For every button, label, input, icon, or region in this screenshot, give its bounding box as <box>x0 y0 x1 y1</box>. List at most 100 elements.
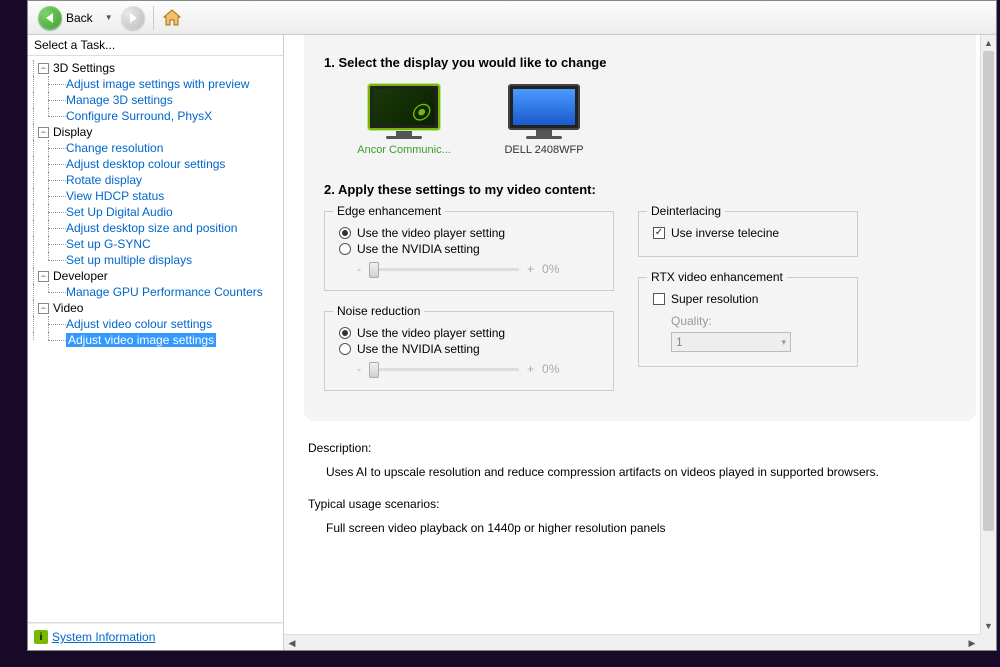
tree-category[interactable]: −Video <box>28 300 283 316</box>
tree-item[interactable]: Configure Surround, PhysX <box>28 108 283 124</box>
step1-title: 1. Select the display you would like to … <box>324 55 956 70</box>
edge-radio-player[interactable]: Use the video player setting <box>339 226 599 240</box>
tree-item-label: Rotate display <box>66 173 142 187</box>
tree-item-label: Set up G-SYNC <box>66 237 151 251</box>
control-panel-window: Back ▼ Select a Task... −3D SettingsAdju… <box>27 0 997 651</box>
system-information-link[interactable]: System Information <box>52 630 155 644</box>
sidebar-header: Select a Task... <box>28 35 283 55</box>
home-button[interactable] <box>162 8 182 28</box>
tree-item-label: Adjust desktop size and position <box>66 221 237 235</box>
inverse-telecine-checkbox[interactable]: Use inverse telecine <box>653 226 843 240</box>
tree-item-label: View HDCP status <box>66 189 164 203</box>
tree-collapse-icon[interactable]: − <box>38 63 49 74</box>
quality-label: Quality: <box>671 314 843 328</box>
tree-item[interactable]: Manage 3D settings <box>28 92 283 108</box>
display-option[interactable]: DELL 2408WFP <box>494 84 594 156</box>
scenarios-block: Typical usage scenarios: Full screen vid… <box>308 497 972 535</box>
display-option[interactable]: ⦿Ancor Communic... <box>354 84 454 156</box>
sidebar: Select a Task... −3D SettingsAdjust imag… <box>28 35 284 650</box>
slider-track[interactable] <box>369 268 519 271</box>
display-selector: ⦿Ancor Communic... DELL 2408WFP <box>354 84 956 156</box>
tree-item[interactable]: Rotate display <box>28 172 283 188</box>
tree-category-label: Display <box>53 125 92 139</box>
tree-item-label: Manage 3D settings <box>66 93 173 107</box>
tree-item-label: Adjust video colour settings <box>66 317 212 331</box>
checkbox-icon <box>653 227 665 239</box>
tree-category[interactable]: −Display <box>28 124 283 140</box>
info-icon: i <box>34 630 48 644</box>
tree-category[interactable]: −3D Settings <box>28 60 283 76</box>
tree-item[interactable]: Set up G-SYNC <box>28 236 283 252</box>
tree-category-label: Video <box>53 301 83 315</box>
slider-track[interactable] <box>369 368 519 371</box>
edge-slider: - + 0% <box>357 262 599 276</box>
scenarios-text: Full screen video playback on 1440p or h… <box>326 521 972 535</box>
settings-section: 1. Select the display you would like to … <box>304 35 976 421</box>
rtx-legend: RTX video enhancement <box>647 270 787 284</box>
step2-title: 2. Apply these settings to my video cont… <box>324 182 956 197</box>
super-resolution-checkbox[interactable]: Super resolution <box>653 292 843 306</box>
back-label: Back <box>66 11 93 25</box>
tree-collapse-icon[interactable]: − <box>38 127 49 138</box>
radio-icon <box>339 343 351 355</box>
tree-item[interactable]: Manage GPU Performance Counters <box>28 284 283 300</box>
description-block: Description: Uses AI to upscale resoluti… <box>308 441 972 479</box>
tree-item[interactable]: Adjust video colour settings <box>28 316 283 332</box>
deint-legend: Deinterlacing <box>647 204 725 218</box>
display-label: Ancor Communic... <box>357 144 451 156</box>
quality-select[interactable]: 1 ▾ <box>671 332 791 352</box>
scroll-down-icon[interactable]: ▼ <box>981 618 996 634</box>
tree-item[interactable]: Adjust image settings with preview <box>28 76 283 92</box>
chevron-down-icon: ▾ <box>781 337 786 348</box>
display-label: DELL 2408WFP <box>504 144 583 156</box>
main-panel: 1. Select the display you would like to … <box>284 35 996 650</box>
toolbar-separator <box>153 6 154 30</box>
edge-enhancement-fieldset: Edge enhancement Use the video player se… <box>324 211 614 291</box>
forward-button[interactable] <box>121 6 145 30</box>
toolbar: Back ▼ <box>28 1 996 35</box>
tree-category-label: 3D Settings <box>53 61 115 75</box>
slider-thumb[interactable] <box>369 362 379 378</box>
tree-item[interactable]: View HDCP status <box>28 188 283 204</box>
tree-item-label: Set Up Digital Audio <box>66 205 173 219</box>
vertical-scrollbar[interactable]: ▲ ▼ <box>980 35 996 634</box>
radio-icon <box>339 243 351 255</box>
sidebar-footer: i System Information <box>28 623 283 650</box>
tree-item-label: Configure Surround, PhysX <box>66 109 212 123</box>
tree-collapse-icon[interactable]: − <box>38 271 49 282</box>
tree-item-label: Manage GPU Performance Counters <box>66 285 263 299</box>
task-tree[interactable]: −3D SettingsAdjust image settings with p… <box>28 55 283 623</box>
back-arrow-icon <box>38 6 62 30</box>
rtx-enhancement-fieldset: RTX video enhancement Super resolution Q… <box>638 277 858 367</box>
back-dropdown-icon[interactable]: ▼ <box>101 13 117 22</box>
tree-category-label: Developer <box>53 269 108 283</box>
scrollbar-thumb[interactable] <box>983 51 994 531</box>
tree-item[interactable]: Adjust desktop size and position <box>28 220 283 236</box>
scroll-right-icon[interactable]: ▶ <box>964 635 980 650</box>
scroll-up-icon[interactable]: ▲ <box>981 35 996 51</box>
tree-item[interactable]: Adjust video image settings <box>28 332 283 348</box>
tree-item-label: Adjust image settings with preview <box>66 77 249 91</box>
tree-item-label: Adjust video image settings <box>66 333 216 347</box>
radio-icon <box>339 227 351 239</box>
tree-item-label: Adjust desktop colour settings <box>66 157 225 171</box>
tree-item[interactable]: Change resolution <box>28 140 283 156</box>
horizontal-scrollbar[interactable]: ◀ ▶ <box>284 634 980 650</box>
noise-radio-player[interactable]: Use the video player setting <box>339 326 599 340</box>
noise-radio-nvidia[interactable]: Use the NVIDIA setting <box>339 342 599 356</box>
scrollbar-corner <box>980 634 996 650</box>
tree-item[interactable]: Set up multiple displays <box>28 252 283 268</box>
noise-legend: Noise reduction <box>333 304 424 318</box>
tree-collapse-icon[interactable]: − <box>38 303 49 314</box>
edge-radio-nvidia[interactable]: Use the NVIDIA setting <box>339 242 599 256</box>
back-button[interactable]: Back <box>34 4 97 32</box>
checkbox-icon <box>653 293 665 305</box>
noise-reduction-fieldset: Noise reduction Use the video player set… <box>324 311 614 391</box>
slider-thumb[interactable] <box>369 262 379 278</box>
tree-item[interactable]: Adjust desktop colour settings <box>28 156 283 172</box>
scenarios-title: Typical usage scenarios: <box>308 497 972 511</box>
tree-item[interactable]: Set Up Digital Audio <box>28 204 283 220</box>
tree-category[interactable]: −Developer <box>28 268 283 284</box>
scroll-left-icon[interactable]: ◀ <box>284 635 300 650</box>
tree-item-label: Set up multiple displays <box>66 253 192 267</box>
